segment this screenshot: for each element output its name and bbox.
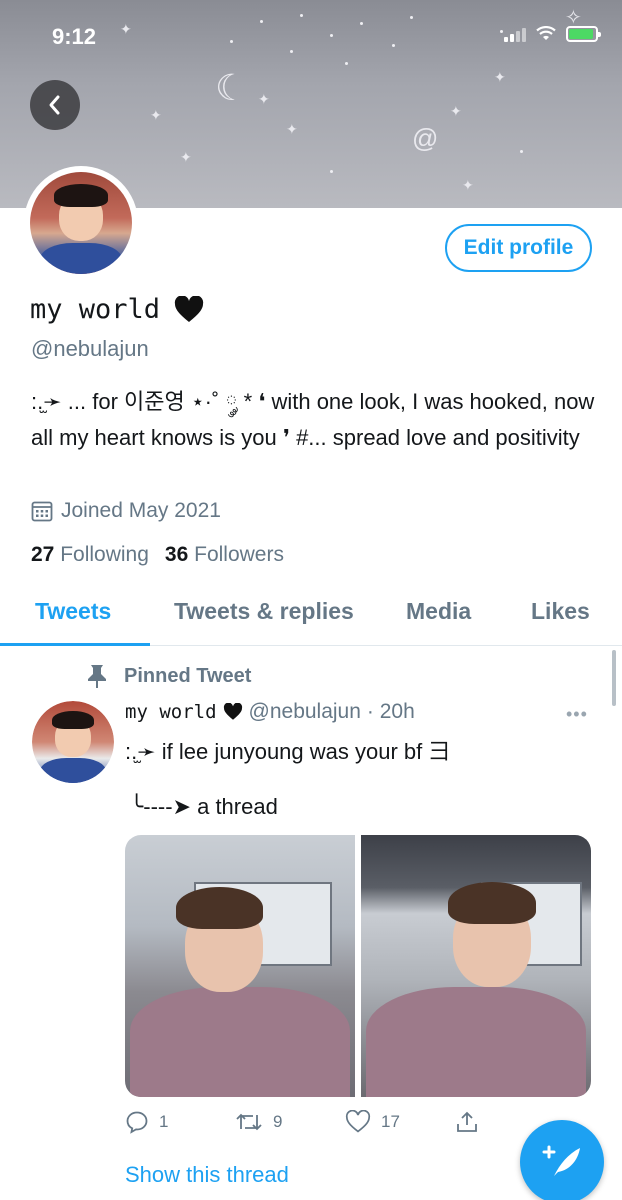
- heart-icon: [223, 703, 242, 720]
- tweet-photo[interactable]: [125, 835, 355, 1097]
- back-button[interactable]: [30, 80, 80, 130]
- calendar-icon: [31, 501, 53, 522]
- tab-media[interactable]: Media: [406, 598, 471, 625]
- compose-icon: [542, 1145, 580, 1176]
- profile-handle: @nebulajun: [31, 336, 149, 361]
- heart-icon: [174, 296, 204, 322]
- followers-count: 36: [164, 543, 189, 566]
- banner-star: ✦: [150, 107, 162, 123]
- avatar-image: [30, 172, 132, 274]
- display-name: my world: [30, 294, 161, 325]
- edit-profile-button[interactable]: Edit profile: [445, 224, 592, 272]
- show-thread-link[interactable]: Show this thread: [125, 1162, 289, 1188]
- profile-avatar[interactable]: [24, 166, 138, 280]
- followers-label: Followers: [194, 543, 284, 566]
- wifi-icon: [536, 26, 556, 40]
- like-button[interactable]: 17: [345, 1110, 455, 1134]
- joined-label: Joined May 2021: [61, 499, 221, 522]
- banner-star: ✦: [450, 103, 462, 119]
- reply-button[interactable]: 1: [125, 1110, 235, 1134]
- banner-star: ✦: [120, 21, 132, 37]
- banner-star: ✦: [286, 121, 298, 137]
- scrollbar[interactable]: [612, 650, 616, 706]
- signal-icon: [504, 26, 526, 42]
- reply-icon: [126, 1111, 148, 1134]
- tweet-media[interactable]: [125, 835, 591, 1097]
- tab-tweets[interactable]: Tweets: [35, 598, 111, 625]
- status-time: 9:12: [52, 24, 97, 49]
- moon-icon: ☾: [215, 67, 248, 108]
- tweet-text-line: :.̫➛ if lee junyoung was your bf ⺕: [125, 739, 451, 764]
- followers-link[interactable]: 36 Followers: [165, 543, 284, 567]
- pin-icon: [88, 665, 106, 688]
- avatar-image: [32, 701, 114, 783]
- compose-tweet-button[interactable]: [520, 1120, 604, 1200]
- tweet-text-line: ╰----➤ a thread: [130, 794, 278, 819]
- tweet-avatar[interactable]: [32, 701, 114, 783]
- banner-star: ✦: [462, 177, 474, 193]
- tweet-photo[interactable]: [361, 835, 591, 1097]
- following-link[interactable]: 27 Following: [31, 543, 149, 567]
- tweet-author-name[interactable]: my world: [125, 701, 217, 723]
- share-icon: [457, 1111, 477, 1132]
- status-icons: [504, 26, 601, 42]
- tweet-time: · 20h: [366, 700, 415, 723]
- retweet-button[interactable]: 9: [235, 1110, 345, 1134]
- following-label: Following: [60, 543, 149, 566]
- reply-count: 1: [159, 1112, 169, 1131]
- profile-tabs: Tweets Tweets & replies Media Likes: [0, 590, 622, 646]
- like-count: 17: [381, 1112, 400, 1131]
- following-count: 27: [31, 543, 55, 566]
- joined-date: Joined May 2021: [31, 499, 221, 523]
- battery-icon: [566, 26, 601, 42]
- tab-likes[interactable]: Likes: [531, 598, 590, 625]
- profile-bio: :.̫➛ ... for 이준영 ⋆·˚ ༘ * ❛ with one look…: [31, 389, 595, 450]
- like-icon: [345, 1110, 371, 1133]
- tweet-header: my world @nebulajun · 20h: [125, 700, 415, 724]
- tweet-actions: 1 9 17: [125, 1110, 585, 1134]
- banner-star: ✦: [494, 69, 506, 85]
- tweet-author-handle[interactable]: @nebulajun: [249, 700, 361, 724]
- tab-tweets-replies[interactable]: Tweets & replies: [174, 598, 354, 625]
- banner-star: ✦: [180, 149, 192, 165]
- spiral-icon: @: [412, 123, 439, 153]
- banner-star: ✧: [565, 7, 582, 29]
- follow-stats: 27 Following 36 Followers: [31, 543, 284, 567]
- back-arrow-icon: [49, 95, 60, 115]
- banner-star: ✦: [258, 91, 270, 107]
- pinned-indicator: Pinned Tweet: [86, 664, 251, 688]
- pinned-label: Pinned Tweet: [124, 664, 252, 687]
- retweet-icon: [236, 1113, 262, 1131]
- retweet-count: 9: [273, 1112, 283, 1131]
- more-icon[interactable]: •••: [566, 704, 588, 725]
- active-tab-indicator: [0, 643, 150, 646]
